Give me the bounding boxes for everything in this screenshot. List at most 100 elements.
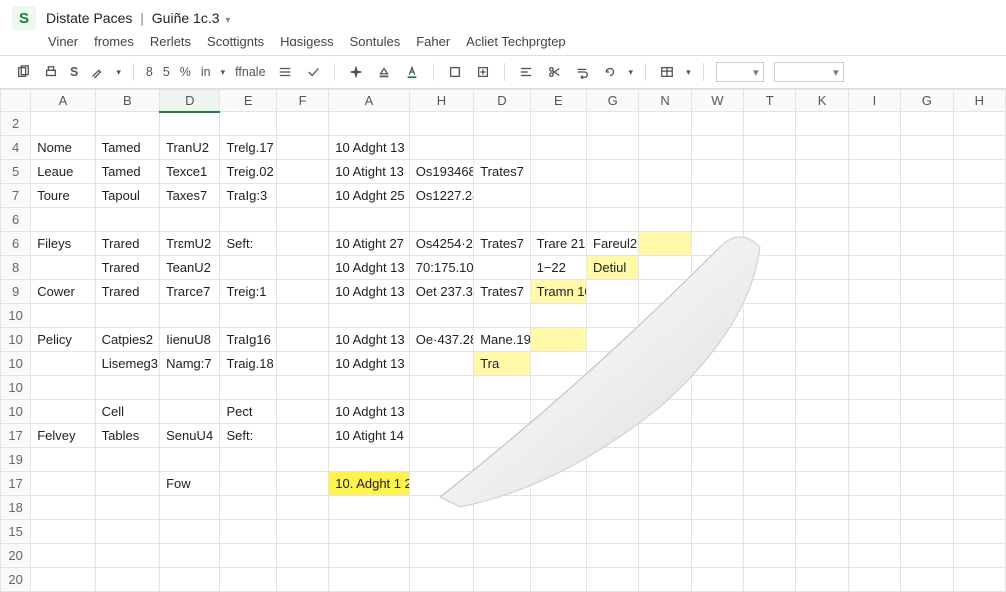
cell[interactable]: [329, 208, 410, 232]
cell[interactable]: [744, 472, 796, 496]
cell[interactable]: [220, 208, 276, 232]
col-header[interactable]: B: [95, 90, 159, 112]
cell[interactable]: Detiul: [587, 256, 639, 280]
menu-item[interactable]: Acliet Techprgtep: [466, 34, 566, 49]
row-header[interactable]: 8: [1, 256, 31, 280]
cell[interactable]: [691, 352, 743, 376]
cell[interactable]: Cell: [95, 400, 159, 424]
cell[interactable]: [691, 136, 743, 160]
cell[interactable]: [953, 400, 1005, 424]
cell[interactable]: Trared: [95, 232, 159, 256]
cell[interactable]: Lisemeg3: [95, 352, 159, 376]
cell[interactable]: Os193468: [409, 160, 473, 184]
cell[interactable]: Trelg.17: [220, 136, 276, 160]
toolbar-select-2[interactable]: ▾: [774, 62, 844, 82]
cell[interactable]: Seft:: [220, 424, 276, 448]
cell[interactable]: [276, 160, 328, 184]
cell[interactable]: [848, 520, 900, 544]
cell[interactable]: [587, 112, 639, 136]
cell[interactable]: [474, 448, 530, 472]
cell[interactable]: Tamed: [95, 136, 159, 160]
cell[interactable]: [220, 568, 276, 592]
cell[interactable]: [953, 568, 1005, 592]
cell[interactable]: [796, 136, 848, 160]
cell[interactable]: [276, 352, 328, 376]
cell[interactable]: Treig:1: [220, 280, 276, 304]
row-header[interactable]: 10: [1, 352, 31, 376]
cell[interactable]: [31, 544, 95, 568]
cell[interactable]: [901, 352, 953, 376]
cell[interactable]: [276, 472, 328, 496]
cell[interactable]: [953, 160, 1005, 184]
cell[interactable]: [95, 520, 159, 544]
cell[interactable]: [744, 184, 796, 208]
cell[interactable]: [530, 136, 586, 160]
cell[interactable]: [744, 568, 796, 592]
cell[interactable]: [329, 496, 410, 520]
cell[interactable]: [901, 232, 953, 256]
cell[interactable]: [901, 400, 953, 424]
cell[interactable]: [409, 304, 473, 328]
cell[interactable]: 10 Adght 13: [329, 136, 410, 160]
cell[interactable]: [691, 496, 743, 520]
cell[interactable]: [587, 376, 639, 400]
cell[interactable]: [848, 160, 900, 184]
cell[interactable]: [587, 208, 639, 232]
cell[interactable]: [796, 400, 848, 424]
strike-icon[interactable]: S: [70, 65, 78, 79]
cell[interactable]: [953, 280, 1005, 304]
cell[interactable]: [220, 472, 276, 496]
cell[interactable]: [409, 472, 473, 496]
cell[interactable]: [848, 352, 900, 376]
cell[interactable]: [474, 112, 530, 136]
cell[interactable]: 10 Adght 13: [329, 400, 410, 424]
cell[interactable]: [474, 472, 530, 496]
cell[interactable]: [848, 184, 900, 208]
cell[interactable]: TraIg16: [220, 328, 276, 352]
menu-item[interactable]: Rerlets: [150, 34, 191, 49]
cell[interactable]: [276, 184, 328, 208]
cell[interactable]: [639, 136, 691, 160]
row-header[interactable]: 9: [1, 280, 31, 304]
cell[interactable]: [587, 304, 639, 328]
cell[interactable]: [474, 376, 530, 400]
cell[interactable]: [796, 184, 848, 208]
cell[interactable]: [901, 256, 953, 280]
cell[interactable]: [796, 232, 848, 256]
cell[interactable]: [530, 112, 586, 136]
cell[interactable]: [901, 448, 953, 472]
cell[interactable]: [744, 208, 796, 232]
cell[interactable]: [329, 304, 410, 328]
cell[interactable]: [95, 448, 159, 472]
cell[interactable]: [220, 520, 276, 544]
cell[interactable]: Os1227.28: [409, 184, 473, 208]
cell[interactable]: [848, 280, 900, 304]
cell[interactable]: [901, 208, 953, 232]
cell[interactable]: [530, 424, 586, 448]
cell[interactable]: [796, 568, 848, 592]
cell[interactable]: [953, 376, 1005, 400]
cell[interactable]: Trates7: [474, 232, 530, 256]
text-color-icon[interactable]: [403, 63, 421, 81]
cell[interactable]: [744, 520, 796, 544]
col-header[interactable]: F: [276, 90, 328, 112]
cell[interactable]: Mane.19: [474, 328, 530, 352]
cell[interactable]: [31, 112, 95, 136]
chevron-down-icon[interactable]: ▾: [221, 67, 226, 78]
cell[interactable]: [587, 280, 639, 304]
cell[interactable]: Texce1: [160, 160, 220, 184]
row-header[interactable]: 10: [1, 400, 31, 424]
cell[interactable]: [530, 352, 586, 376]
menu-item[interactable]: Faher: [416, 34, 450, 49]
cell[interactable]: [587, 520, 639, 544]
cell[interactable]: Tables: [95, 424, 159, 448]
cell[interactable]: [639, 184, 691, 208]
cell[interactable]: [220, 112, 276, 136]
cell[interactable]: [587, 424, 639, 448]
cell[interactable]: [848, 304, 900, 328]
cell[interactable]: Namg:7: [160, 352, 220, 376]
cell[interactable]: [744, 376, 796, 400]
chevron-down-icon[interactable]: ▾: [629, 67, 634, 78]
cell[interactable]: [276, 496, 328, 520]
cell[interactable]: [639, 376, 691, 400]
